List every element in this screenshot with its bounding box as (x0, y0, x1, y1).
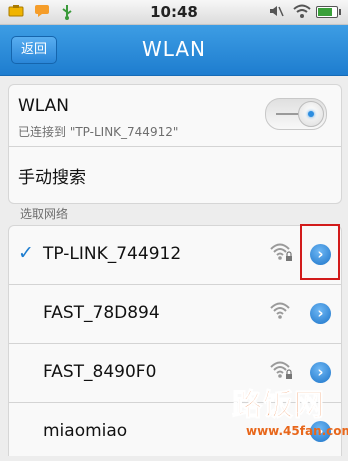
status-bar: 10:48 (0, 0, 348, 25)
wlan-label: WLAN (18, 96, 70, 116)
network-row-tp-link[interactable]: ✓ TP-LINK_744912 › (9, 226, 341, 284)
mute-icon (268, 4, 284, 23)
network-ssid: miaomiao (43, 421, 128, 441)
section-header-choose-network: 选取网络 (20, 207, 69, 221)
toggle-track (276, 113, 300, 115)
toggle-knob (298, 101, 324, 127)
title-bar: 返回 WLAN (0, 25, 348, 76)
watermark-url: www.45fan.com (246, 424, 348, 438)
wifi-signal-locked-icon (269, 241, 293, 263)
wifi-icon (292, 4, 312, 24)
wlan-connection-status: 已连接到 "TP-LINK_744912" (18, 125, 179, 139)
page-title: WLAN (141, 37, 207, 61)
wlan-settings-card: WLAN 已连接到 "TP-LINK_744912" 手动搜索 (8, 84, 342, 204)
network-ssid: TP-LINK_744912 (43, 244, 182, 264)
network-row-fast-78d894[interactable]: FAST_78D894 › (9, 285, 341, 343)
wlan-toggle-switch[interactable] (265, 98, 327, 130)
watermark-logo: 路饭网 www.45fan.com (232, 380, 348, 442)
network-details-button[interactable]: › (310, 303, 331, 324)
wifi-signal-icon (269, 300, 293, 322)
watermark-name: 路饭网 (232, 388, 325, 424)
connected-check-icon: ✓ (18, 242, 34, 264)
network-ssid: FAST_78D894 (43, 303, 160, 323)
manual-search-item[interactable]: 手动搜索 (18, 163, 86, 188)
network-ssid: FAST_8490F0 (43, 362, 157, 382)
wifi-signal-locked-icon (269, 359, 293, 381)
highlight-annotation (300, 224, 340, 280)
divider (9, 146, 341, 147)
battery-icon (316, 6, 341, 18)
